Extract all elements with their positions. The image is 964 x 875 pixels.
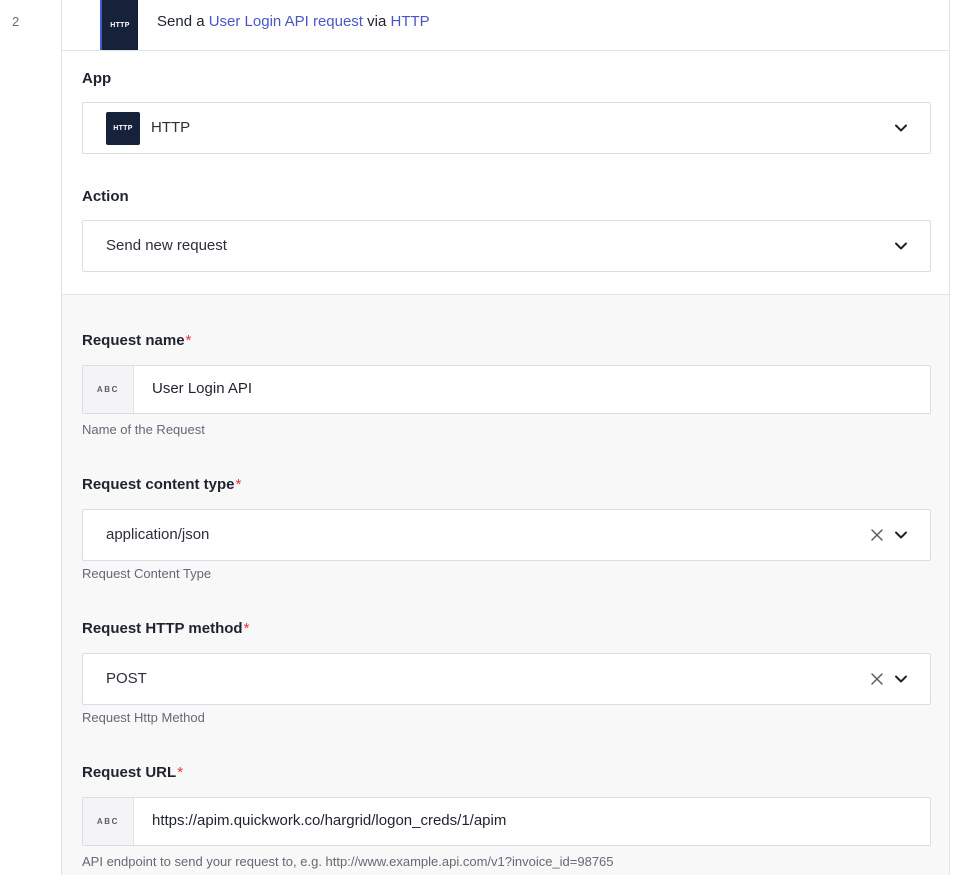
request-name-label-text: Request name <box>82 332 185 349</box>
request-name-value[interactable]: User Login API <box>152 380 252 397</box>
action-select[interactable]: Send new request <box>82 220 931 272</box>
action-select-value: Send new request <box>106 237 227 254</box>
app-logo-text: HTTP <box>113 125 133 132</box>
required-mark: * <box>243 620 250 637</box>
http-logo-text: HTTP <box>110 21 130 29</box>
http-app-icon: HTTP <box>106 112 140 145</box>
http-method-label-text: Request HTTP method <box>82 620 243 637</box>
close-icon[interactable] <box>870 528 884 542</box>
request-fields-section: Request name* ABC User Login API Name of… <box>62 295 949 875</box>
app-label: App <box>82 70 112 87</box>
step-title: Send a User Login API request via HTTP <box>157 13 430 30</box>
app-select[interactable]: HTTP HTTP <box>82 102 931 154</box>
content-type-hint: Request Content Type <box>82 566 212 581</box>
required-mark: * <box>235 476 242 493</box>
http-method-value: POST <box>106 670 147 687</box>
step-header[interactable]: HTTP Send a User Login API request via H… <box>62 0 949 51</box>
request-url-input[interactable]: ABC https://apim.quickwork.co/hargrid/lo… <box>82 797 931 846</box>
chevron-down-icon[interactable] <box>894 121 908 135</box>
chevron-down-icon[interactable] <box>894 239 908 253</box>
step-title-action-link[interactable]: User Login API request <box>209 13 363 30</box>
http-app-logo: HTTP <box>100 0 138 50</box>
app-select-value: HTTP <box>151 119 191 136</box>
text-type-badge: ABC <box>83 366 134 413</box>
close-icon[interactable] <box>870 672 884 686</box>
required-mark: * <box>177 764 184 781</box>
http-method-label: Request HTTP method* <box>82 620 249 637</box>
http-method-select[interactable]: POST <box>82 653 931 705</box>
request-url-label-text: Request URL <box>82 764 177 781</box>
request-url-hint: API endpoint to send your request to, e.… <box>82 854 614 869</box>
required-mark: * <box>185 332 192 349</box>
request-name-hint: Name of the Request <box>82 422 205 437</box>
text-type-badge: ABC <box>83 798 134 845</box>
content-type-label-text: Request content type <box>82 476 235 493</box>
chevron-down-icon[interactable] <box>894 672 908 686</box>
request-name-label: Request name* <box>82 332 191 349</box>
content-type-label: Request content type* <box>82 476 241 493</box>
step-number: 2 <box>12 14 20 29</box>
request-name-input[interactable]: ABC User Login API <box>82 365 931 414</box>
content-type-select[interactable]: application/json <box>82 509 931 561</box>
step-title-prefix: Send a <box>157 13 209 30</box>
http-method-hint: Request Http Method <box>82 710 205 725</box>
action-label: Action <box>82 188 129 205</box>
step-title-middle: via <box>362 13 391 30</box>
step-panel: HTTP Send a User Login API request via H… <box>61 0 950 875</box>
chevron-down-icon[interactable] <box>894 528 908 542</box>
request-url-label: Request URL* <box>82 764 183 781</box>
request-url-value[interactable]: https://apim.quickwork.co/hargrid/logon_… <box>152 812 506 829</box>
app-action-section: App HTTP HTTP Action Send new request <box>62 51 949 295</box>
content-type-value: application/json <box>106 526 210 543</box>
step-title-app-link[interactable]: HTTP <box>391 13 430 30</box>
